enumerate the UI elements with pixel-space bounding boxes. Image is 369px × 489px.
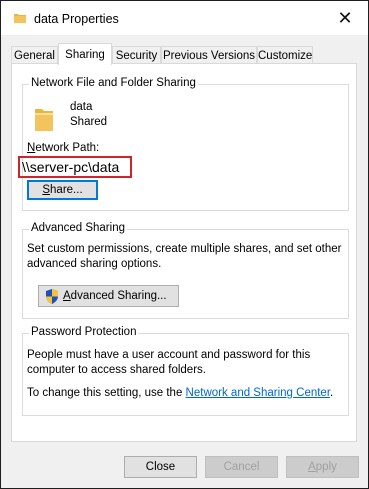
network-path-highlight: \\server-pc\data bbox=[18, 156, 132, 178]
network-and-sharing-center-link[interactable]: Network and Sharing Center bbox=[186, 387, 330, 399]
title-bar: data Properties ✕ bbox=[1, 1, 368, 35]
cancel-button[interactable]: Cancel bbox=[205, 456, 278, 478]
advanced-sharing-title: Advanced Sharing bbox=[29, 222, 127, 234]
advanced-sharing-group: Advanced Sharing Set custom permissions,… bbox=[22, 222, 349, 319]
folder-icon bbox=[35, 109, 53, 131]
advanced-sharing-desc-2: advanced sharing options. bbox=[27, 258, 162, 270]
password-protection-title: Password Protection bbox=[29, 326, 139, 338]
window-title: data Properties bbox=[34, 12, 119, 26]
folder-icon bbox=[14, 14, 26, 23]
network-path-label: Network Path: bbox=[27, 142, 100, 154]
password-protection-desc-1: People must have a user account and pass… bbox=[27, 349, 311, 361]
tab-sharing[interactable]: Sharing bbox=[58, 43, 112, 65]
password-protection-desc-2: computer to access shared folders. bbox=[27, 364, 206, 376]
sharing-tab-content: Network File and Folder Sharing data Sha… bbox=[11, 63, 357, 442]
tab-general[interactable]: General bbox=[11, 46, 58, 64]
network-sharing-group: Network File and Folder Sharing data Sha… bbox=[18, 77, 349, 211]
folder-name: data bbox=[70, 101, 93, 113]
network-sharing-title: Network File and Folder Sharing bbox=[29, 77, 198, 89]
password-protection-group: Password Protection People must have a u… bbox=[22, 326, 349, 416]
apply-button[interactable]: Apply bbox=[286, 456, 359, 478]
close-button[interactable]: Close bbox=[124, 456, 197, 478]
advanced-sharing-button[interactable]: Advanced Sharing... bbox=[38, 285, 179, 307]
folder-status: Shared bbox=[70, 116, 108, 128]
properties-dialog: data Properties ✕ General Sharing Securi… bbox=[0, 0, 369, 489]
password-protection-change-text: To change this setting, use the Network … bbox=[27, 387, 334, 399]
network-path-value[interactable]: \\server-pc\data bbox=[22, 159, 119, 175]
tab-security[interactable]: Security bbox=[112, 46, 161, 64]
tab-previous-versions[interactable]: Previous Versions bbox=[161, 46, 257, 64]
share-button[interactable]: Share... bbox=[27, 180, 98, 200]
uac-shield-icon bbox=[46, 289, 58, 304]
advanced-sharing-desc-1: Set custom permissions, create multiple … bbox=[27, 243, 342, 255]
tab-customize[interactable]: Customize bbox=[257, 46, 313, 64]
close-icon[interactable]: ✕ bbox=[322, 1, 368, 35]
